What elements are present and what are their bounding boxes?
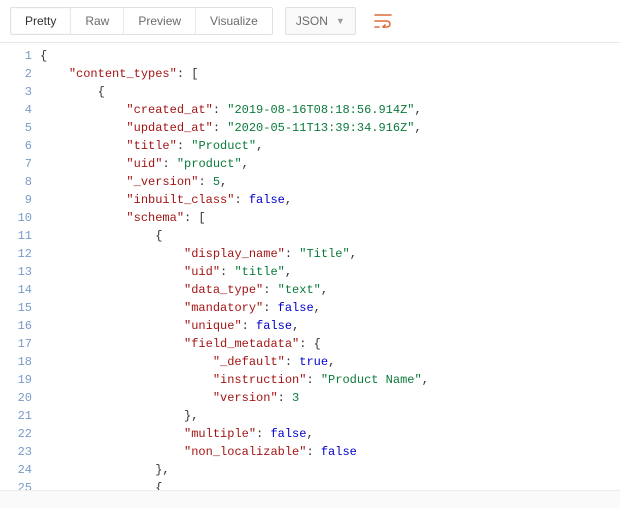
code-line: "inbuilt_class": false, — [40, 191, 620, 209]
code-line: "uid": "title", — [40, 263, 620, 281]
line-number: 5 — [4, 119, 32, 137]
view-tab-group: Pretty Raw Preview Visualize — [10, 7, 273, 35]
tab-visualize[interactable]: Visualize — [196, 8, 272, 34]
line-number: 16 — [4, 317, 32, 335]
tab-raw[interactable]: Raw — [71, 8, 124, 34]
code-line: { — [40, 227, 620, 245]
code-line: "created_at": "2019-08-16T08:18:56.914Z"… — [40, 101, 620, 119]
wrap-lines-button[interactable] — [368, 6, 398, 36]
line-number: 6 — [4, 137, 32, 155]
line-number: 17 — [4, 335, 32, 353]
code-line: "unique": false, — [40, 317, 620, 335]
line-number: 14 — [4, 281, 32, 299]
line-number: 15 — [4, 299, 32, 317]
code-line: "display_name": "Title", — [40, 245, 620, 263]
code-line: "field_metadata": { — [40, 335, 620, 353]
code-line: "uid": "product", — [40, 155, 620, 173]
code-line: "_default": true, — [40, 353, 620, 371]
format-select[interactable]: JSON ▼ — [285, 7, 356, 35]
line-number: 2 — [4, 65, 32, 83]
code-line: "instruction": "Product Name", — [40, 371, 620, 389]
line-number: 23 — [4, 443, 32, 461]
line-number: 4 — [4, 101, 32, 119]
code-line: "mandatory": false, — [40, 299, 620, 317]
code-line: }, — [40, 407, 620, 425]
wrap-icon — [374, 14, 392, 28]
line-number: 9 — [4, 191, 32, 209]
line-number: 18 — [4, 353, 32, 371]
line-number: 21 — [4, 407, 32, 425]
chevron-down-icon: ▼ — [336, 16, 345, 26]
code-line: { — [40, 47, 620, 65]
format-label: JSON — [296, 14, 328, 28]
line-number: 22 — [4, 425, 32, 443]
code-line: }, — [40, 461, 620, 479]
code-line: "updated_at": "2020-05-11T13:39:34.916Z"… — [40, 119, 620, 137]
line-number: 3 — [4, 83, 32, 101]
line-number-gutter: 1234567891011121314151617181920212223242… — [0, 43, 40, 491]
code-line: "version": 3 — [40, 389, 620, 407]
code-line: "data_type": "text", — [40, 281, 620, 299]
line-number: 20 — [4, 389, 32, 407]
line-number: 19 — [4, 371, 32, 389]
line-number: 10 — [4, 209, 32, 227]
line-number: 12 — [4, 245, 32, 263]
footer-bar — [0, 490, 620, 508]
line-number: 24 — [4, 461, 32, 479]
code-line: "schema": [ — [40, 209, 620, 227]
code-line: "multiple": false, — [40, 425, 620, 443]
line-number: 1 — [4, 47, 32, 65]
response-toolbar: Pretty Raw Preview Visualize JSON ▼ — [0, 0, 620, 43]
line-number: 8 — [4, 173, 32, 191]
code-content[interactable]: { "content_types": [ { "created_at": "20… — [40, 43, 620, 491]
line-number: 7 — [4, 155, 32, 173]
tab-pretty[interactable]: Pretty — [11, 8, 71, 34]
code-line: "content_types": [ — [40, 65, 620, 83]
code-line: "_version": 5, — [40, 173, 620, 191]
code-line: "non_localizable": false — [40, 443, 620, 461]
code-line: "title": "Product", — [40, 137, 620, 155]
tab-preview[interactable]: Preview — [124, 8, 196, 34]
line-number: 11 — [4, 227, 32, 245]
line-number: 13 — [4, 263, 32, 281]
code-viewer: 1234567891011121314151617181920212223242… — [0, 43, 620, 491]
code-line: { — [40, 83, 620, 101]
